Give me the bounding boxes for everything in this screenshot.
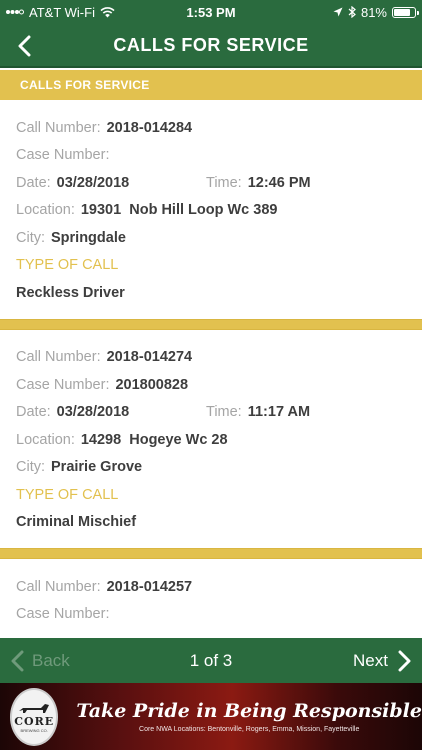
case-number-value: 201800828 bbox=[115, 376, 189, 393]
case-number-label: Case Number: bbox=[16, 147, 110, 164]
type-of-call-label: TYPE OF CALL bbox=[16, 257, 119, 274]
time-label: Time: bbox=[206, 404, 242, 421]
call-type-row: Criminal Mischief bbox=[16, 509, 406, 537]
call-number-row: Call Number: 2018-014284 bbox=[16, 114, 406, 142]
case-number-label: Case Number: bbox=[16, 376, 110, 393]
chevron-right-icon bbox=[398, 650, 411, 671]
type-of-call-row: TYPE OF CALL bbox=[16, 481, 406, 509]
card-separator bbox=[0, 318, 422, 330]
call-card[interactable]: Call Number: 2018-014257 Case Number: bbox=[0, 559, 422, 638]
city-row: City: Springdale bbox=[16, 224, 406, 252]
banner-slogan: Take Pride in Being Responsible bbox=[76, 700, 422, 722]
battery-icon bbox=[392, 6, 419, 18]
battery-percent: 81% bbox=[360, 4, 387, 20]
card-separator bbox=[0, 548, 422, 559]
location-value: 14298 Hogeye Wc 28 bbox=[80, 431, 228, 448]
time-value: 11:17 AM bbox=[247, 404, 311, 421]
location-arrow-icon bbox=[333, 7, 343, 17]
case-number-row: Case Number: bbox=[16, 142, 406, 170]
page-title: CALLS FOR SERVICE bbox=[113, 34, 309, 55]
location-row: Location: 14298 Hogeye Wc 28 bbox=[16, 426, 406, 454]
call-number-label: Call Number: bbox=[16, 578, 101, 595]
date-time-row: Date: 03/28/2018 Time: 12:46 PM bbox=[16, 169, 406, 197]
date-value: 03/28/2018 bbox=[56, 404, 130, 421]
time-group: Time: 11:17 AM bbox=[206, 404, 310, 420]
back-label: Back bbox=[32, 650, 70, 670]
battery-fill bbox=[394, 8, 411, 16]
logo-text: CORE bbox=[14, 714, 55, 728]
signal-icon bbox=[6, 9, 24, 15]
location-row: Location: 19301 Nob Hill Loop Wc 389 bbox=[16, 197, 406, 225]
case-number-row: Case Number: bbox=[16, 601, 406, 629]
dog-silhouette-icon bbox=[19, 703, 50, 713]
next-page-button[interactable]: Next bbox=[353, 650, 412, 672]
city-label: City: bbox=[16, 229, 45, 246]
location-value: 19301 Nob Hill Loop Wc 389 bbox=[80, 202, 278, 219]
time-value: 12:46 PM bbox=[247, 174, 311, 191]
date-label: Date: bbox=[16, 404, 51, 421]
brewery-logo: CORE BREWING CO. bbox=[10, 687, 59, 746]
case-number-label: Case Number: bbox=[16, 606, 110, 623]
type-of-call-label: TYPE OF CALL bbox=[16, 486, 119, 503]
date-label: Date: bbox=[16, 174, 51, 191]
call-type-value: Reckless Driver bbox=[16, 284, 125, 301]
call-card[interactable]: Call Number: 2018-014274 Case Number: 20… bbox=[0, 329, 422, 548]
status-bar: AT&T Wi-Fi 1:53 PM 81% bbox=[0, 0, 422, 24]
location-label: Location: bbox=[16, 202, 75, 219]
banner-locations: Core NWA Locations: Bentonville, Rogers,… bbox=[139, 726, 360, 733]
chevron-left-icon bbox=[11, 650, 24, 671]
time-group: Time: 12:46 PM bbox=[206, 175, 311, 191]
city-value: Springdale bbox=[51, 229, 126, 246]
call-number-label: Call Number: bbox=[16, 119, 101, 136]
call-number-value: 2018-014274 bbox=[106, 349, 193, 366]
banner-text: Take Pride in Being Responsible Core NWA… bbox=[76, 700, 422, 733]
call-number-label: Call Number: bbox=[16, 349, 101, 366]
call-number-row: Call Number: 2018-014257 bbox=[16, 573, 406, 601]
location-label: Location: bbox=[16, 431, 75, 448]
carrier-label: AT&T Wi-Fi bbox=[29, 4, 95, 20]
bluetooth-icon bbox=[348, 6, 356, 18]
pagination-bar: Back 1 of 3 Next bbox=[0, 638, 422, 683]
call-type-row: Reckless Driver bbox=[16, 279, 406, 307]
type-of-call-row: TYPE OF CALL bbox=[16, 252, 406, 280]
date-value: 03/28/2018 bbox=[56, 174, 130, 191]
call-number-row: Call Number: 2018-014274 bbox=[16, 344, 406, 372]
city-row: City: Prairie Grove bbox=[16, 454, 406, 482]
city-label: City: bbox=[16, 459, 45, 476]
city-value: Prairie Grove bbox=[51, 459, 143, 476]
call-type-value: Criminal Mischief bbox=[16, 514, 137, 531]
call-number-value: 2018-014284 bbox=[106, 119, 193, 136]
call-number-value: 2018-014257 bbox=[106, 578, 193, 595]
date-time-row: Date: 03/28/2018 Time: 11:17 AM bbox=[16, 399, 406, 427]
wifi-icon bbox=[100, 6, 115, 17]
status-right: 81% bbox=[333, 4, 419, 20]
case-number-row: Case Number: 201800828 bbox=[16, 371, 406, 399]
logo-subtext: BREWING CO. bbox=[20, 727, 48, 733]
back-page-button[interactable]: Back bbox=[10, 650, 70, 672]
status-left: AT&T Wi-Fi bbox=[6, 5, 115, 20]
call-card[interactable]: Call Number: 2018-014284 Case Number: Da… bbox=[0, 100, 422, 319]
nav-back-button[interactable] bbox=[10, 30, 38, 62]
chevron-left-icon bbox=[18, 35, 31, 57]
section-header: CALLS FOR SERVICE bbox=[0, 70, 422, 100]
calls-list[interactable]: Call Number: 2018-014284 Case Number: Da… bbox=[0, 100, 422, 638]
time-label: Time: bbox=[206, 174, 242, 191]
nav-bar: CALLS FOR SERVICE bbox=[0, 24, 422, 68]
ad-banner[interactable]: CORE BREWING CO. Take Pride in Being Res… bbox=[0, 683, 422, 750]
next-label: Next bbox=[353, 650, 388, 670]
